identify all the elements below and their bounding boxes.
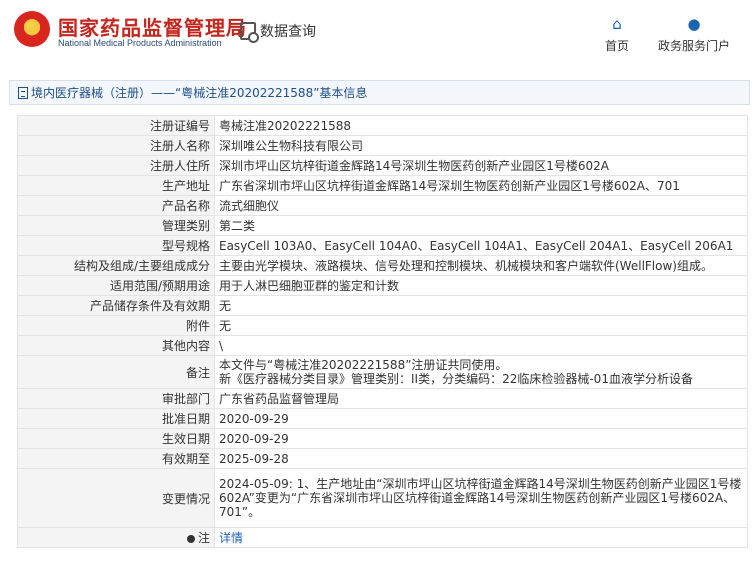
table-row: 生效日期 2020-09-29	[17, 428, 748, 449]
table-row: 备注 本文件与“粤械注准20202221588”注册证共同使用。 新《医疗器械分…	[17, 355, 748, 389]
field-value: 无	[214, 315, 748, 336]
site-title-en[interactable]: National Medical Products Administration	[58, 38, 222, 48]
home-link[interactable]: ⌂ 首页	[605, 16, 629, 54]
national-emblem-logo: ★	[14, 11, 50, 47]
field-label: 注册证编号	[17, 115, 215, 136]
document-icon	[18, 86, 28, 99]
field-value: 2025-09-28	[214, 448, 748, 469]
data-query-label: 数据查询	[260, 24, 316, 40]
table-row: 管理类别 第二类	[17, 215, 748, 236]
field-label: 适用范围/预期用途	[17, 275, 215, 296]
field-value: 2020-09-29	[214, 408, 748, 429]
table-row: 生产地址 广东省深圳市坪山区坑梓街道金辉路14号深圳生物医药创新产业园区1号楼6…	[17, 175, 748, 196]
field-label: 管理类别	[17, 215, 215, 236]
remark-line-1: 本文件与“粤械注准20202221588”注册证共同使用。	[219, 358, 508, 372]
bulb-icon	[186, 534, 195, 543]
site-header: ★ 国家药品监督管理局 National Medical Products Ad…	[0, 0, 754, 66]
home-label: 首页	[605, 39, 630, 53]
table-row: 注册人名称 深圳唯公生物科技有限公司	[17, 135, 748, 156]
field-value: 2024-05-09: 1、生产地址由“深圳市坪山区坑梓街道金辉路14号深圳生物…	[214, 468, 748, 528]
site-title-cn[interactable]: 国家药品监督管理局	[58, 12, 247, 41]
table-row: 批准日期 2020-09-29	[17, 408, 748, 429]
field-value: 深圳唯公生物科技有限公司	[214, 135, 748, 156]
field-label: 审批部门	[17, 388, 215, 409]
table-row: 产品储存条件及有效期 无	[17, 295, 748, 316]
table-row: 注册人住所 深圳市坪山区坑梓街道金辉路14号深圳生物医药创新产业园区1号楼602…	[17, 155, 748, 176]
table-row: 其他内容 \	[17, 335, 748, 356]
table-row: 型号规格 EasyCell 103A0、EasyCell 104A0、EasyC…	[17, 235, 748, 256]
field-value: 2020-09-29	[214, 428, 748, 449]
field-value: 广东省药品监督管理局	[214, 388, 748, 409]
field-label: 生效日期	[17, 428, 215, 449]
field-value: 广东省深圳市坪山区坑梓街道金辉路14号深圳生物医药创新产业园区1号楼602A、7…	[214, 175, 748, 196]
field-label: 变更情况	[17, 468, 215, 528]
data-query-link[interactable]: 数据查询	[240, 20, 316, 43]
table-row: 附件 无	[17, 315, 748, 336]
field-value: 粤械注准20202221588	[214, 115, 748, 136]
home-icon: ⌂	[612, 15, 622, 33]
table-row: 注册证编号 粤械注准20202221588	[17, 115, 748, 136]
field-value: 用于人淋巴细胞亚群的鉴定和计数	[214, 275, 748, 296]
field-value: 无	[214, 295, 748, 316]
breadcrumb-text: 境内医疗器械（注册）——“粤械注准20202221588”基本信息	[31, 86, 368, 100]
field-label: 注册人名称	[17, 135, 215, 156]
field-label: 其他内容	[17, 335, 215, 356]
service-portal-label: 政务服务门户	[658, 39, 731, 53]
field-value: 第二类	[214, 215, 748, 236]
field-label: 生产地址	[17, 175, 215, 196]
field-value-multiline: 本文件与“粤械注准20202221588”注册证共同使用。 新《医疗器械分类目录…	[214, 355, 748, 389]
details-cell: 详情	[214, 527, 748, 548]
field-label: 有效期至	[17, 448, 215, 469]
field-value: 流式细胞仪	[214, 195, 748, 216]
field-label: 注册人住所	[17, 155, 215, 176]
field-label: 结构及组成/主要组成成分	[17, 255, 215, 276]
field-value: EasyCell 103A0、EasyCell 104A0、EasyCell 1…	[214, 235, 748, 256]
table-row: 变更情况 2024-05-09: 1、生产地址由“深圳市坪山区坑梓街道金辉路14…	[17, 468, 748, 528]
remark-line-2: 新《医疗器械分类目录》管理类别：II类，分类编码：22临床检验器械-01血液学分…	[219, 372, 693, 386]
registration-info-table: 注册证编号 粤械注准20202221588 注册人名称 深圳唯公生物科技有限公司…	[17, 115, 748, 548]
breadcrumb: 境内医疗器械（注册）——“粤械注准20202221588”基本信息	[9, 80, 750, 105]
field-value: 深圳市坪山区坑梓街道金辉路14号深圳生物医药创新产业园区1号楼602A	[214, 155, 748, 176]
search-document-icon	[240, 22, 259, 43]
service-portal-link[interactable]: ● 政务服务门户	[658, 16, 730, 54]
table-row: 有效期至 2025-09-28	[17, 448, 748, 469]
field-label: 附件	[17, 315, 215, 336]
table-row: 适用范围/预期用途 用于人淋巴细胞亚群的鉴定和计数	[17, 275, 748, 296]
note-label-cell: 注	[17, 527, 215, 548]
table-row: 注 详情	[17, 527, 748, 548]
field-label: 备注	[17, 355, 215, 389]
user-icon: ●	[687, 15, 701, 33]
table-row: 结构及组成/主要组成成分 主要由光学模块、液路模块、信号处理和控制模块、机械模块…	[17, 255, 748, 276]
field-label: 批准日期	[17, 408, 215, 429]
field-value: 主要由光学模块、液路模块、信号处理和控制模块、机械模块和客户端软件(WellFl…	[214, 255, 748, 276]
field-label: 型号规格	[17, 235, 215, 256]
details-link[interactable]: 详情	[219, 531, 243, 545]
field-label: 产品储存条件及有效期	[17, 295, 215, 316]
field-label: 产品名称	[17, 195, 215, 216]
field-label: 注	[197, 531, 210, 545]
field-value: \	[214, 335, 748, 356]
star-icon: ★	[24, 18, 37, 34]
table-row: 审批部门 广东省药品监督管理局	[17, 388, 748, 409]
table-row: 产品名称 流式细胞仪	[17, 195, 748, 216]
